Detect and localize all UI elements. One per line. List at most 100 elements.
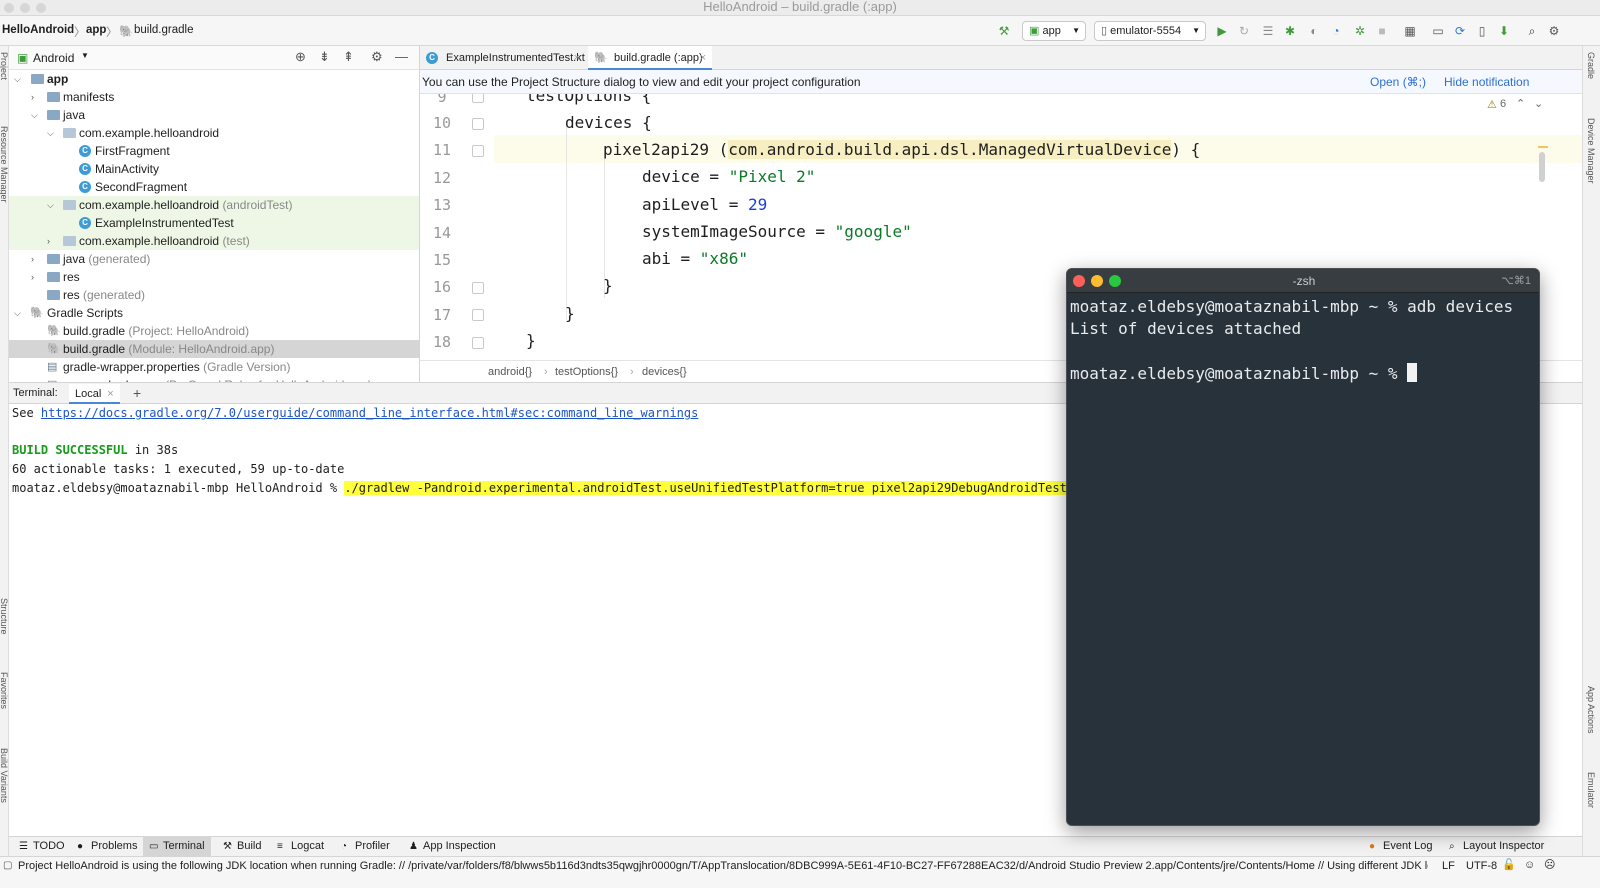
problems-tool-button[interactable]: ● Problems xyxy=(71,837,143,856)
status-toggle-icon[interactable]: ▢ xyxy=(3,858,12,874)
chevron-down-icon[interactable]: ⌵ xyxy=(31,106,38,124)
emulator-tool-label[interactable]: Emulator xyxy=(1586,772,1596,808)
todo-tool-button[interactable]: ☰ TODO xyxy=(13,837,71,856)
code-breadcrumb-item[interactable]: testOptions{} xyxy=(555,361,618,383)
code-breadcrumb-item[interactable]: android{} xyxy=(488,361,532,383)
tab-build-gradle[interactable]: 🐘 build.gradle (:app) × xyxy=(588,46,712,70)
settings-icon[interactable]: ⚙ xyxy=(1546,23,1562,39)
app-actions-tool-label[interactable]: App Actions xyxy=(1586,686,1596,734)
chevron-right-icon[interactable]: › xyxy=(31,88,34,106)
chevron-right-icon[interactable]: › xyxy=(47,232,50,250)
breadcrumb-project[interactable]: HelloAndroid xyxy=(2,24,74,36)
fold-marker-icon[interactable] xyxy=(472,309,484,321)
tab-example-instrumented-test[interactable]: C ExampleInstrumentedTest.kt × xyxy=(420,46,588,70)
device-manager-icon[interactable]: ▭ xyxy=(1430,23,1446,39)
app-inspection-tool-button[interactable]: ♟ App Inspection xyxy=(403,837,502,856)
chevron-down-icon[interactable]: ⌵ xyxy=(14,70,21,88)
coverage-icon[interactable]: ◐ xyxy=(1306,23,1322,39)
avd-manager-icon[interactable]: ▯ xyxy=(1474,23,1490,39)
tree-item-gradle-scripts[interactable]: ⌵ 🐘 Gradle Scripts xyxy=(9,304,419,322)
chevron-right-icon[interactable]: › xyxy=(31,268,34,286)
line-separator-indicator[interactable]: LF xyxy=(1442,858,1455,874)
logcat-tool-button[interactable]: ≡ Logcat xyxy=(271,837,330,856)
close-tab-icon[interactable]: × xyxy=(574,46,580,70)
breadcrumb-file[interactable]: build.gradle xyxy=(134,24,193,36)
run-icon[interactable]: ▶ xyxy=(1214,23,1230,39)
zsh-terminal-window[interactable]: -zsh ⌥⌘1 moataz.eldebsy@moataznabil-mbp … xyxy=(1066,268,1540,826)
previous-highlight-icon[interactable]: ⌃ xyxy=(1516,97,1525,110)
project-structure-icon[interactable]: ▦ xyxy=(1402,23,1418,39)
tree-item-package-android-test[interactable]: ⌵ com.example.helloandroid (androidTest) xyxy=(9,196,419,214)
lock-icon[interactable]: 🔓 xyxy=(1502,857,1516,873)
close-tab-icon[interactable]: × xyxy=(107,388,113,400)
chevron-down-icon[interactable]: ▼ xyxy=(81,51,89,60)
tree-item-gradle-wrapper[interactable]: ▤ gradle-wrapper.properties (Gradle Vers… xyxy=(9,358,419,376)
fold-marker-icon[interactable] xyxy=(472,145,484,157)
encoding-indicator[interactable]: UTF-8 xyxy=(1466,858,1497,874)
feedback-happy-icon[interactable]: ☺ xyxy=(1524,857,1535,873)
device-manager-tool-label[interactable]: Device Manager xyxy=(1586,118,1596,184)
code-breadcrumb-item[interactable]: devices{} xyxy=(642,361,687,383)
gear-icon[interactable]: ⚙ xyxy=(371,49,383,65)
attach-debugger-icon[interactable]: ✲ xyxy=(1352,23,1368,39)
apply-changes-icon[interactable]: ↻ xyxy=(1236,23,1252,39)
make-project-hammer-icon[interactable]: ⚒ xyxy=(996,23,1012,39)
editor-scrollbar[interactable] xyxy=(1539,152,1545,182)
tree-item-first-fragment[interactable]: C FirstFragment xyxy=(9,142,419,160)
hide-notification-link[interactable]: Hide notification xyxy=(1444,70,1529,94)
warning-icon[interactable]: ⚠ xyxy=(1487,98,1497,111)
tree-item-package-main[interactable]: ⌵ com.example.helloandroid xyxy=(9,124,419,142)
gradle-docs-link[interactable]: https://docs.gradle.org/7.0/userguide/co… xyxy=(41,406,698,420)
profile-icon[interactable]: ◔ xyxy=(1328,23,1344,39)
tree-item-java-generated[interactable]: › java (generated) xyxy=(9,250,419,268)
terminal-tool-button[interactable]: ▭ Terminal xyxy=(143,837,211,856)
tree-item-second-fragment[interactable]: C SecondFragment xyxy=(9,178,419,196)
chevron-down-icon[interactable]: ⌵ xyxy=(47,196,54,214)
sdk-manager-icon[interactable]: ⬇ xyxy=(1496,23,1512,39)
tree-item-example-instrumented-test[interactable]: C ExampleInstrumentedTest xyxy=(9,214,419,232)
tree-item-app[interactable]: ⌵ app xyxy=(9,70,419,88)
tree-item-main-activity[interactable]: C MainActivity xyxy=(9,160,419,178)
device-combo[interactable]: ▯ emulator-5554 ▼ xyxy=(1094,21,1206,41)
fold-marker-icon[interactable] xyxy=(472,337,484,349)
sync-gradle-icon[interactable]: ⟳ xyxy=(1452,23,1468,39)
tree-item-package-test[interactable]: › com.example.helloandroid (test) xyxy=(9,232,419,250)
collapse-all-icon[interactable]: ⇞ xyxy=(343,49,354,65)
fold-marker-icon[interactable] xyxy=(472,282,484,294)
status-message[interactable]: Project HelloAndroid is using the follow… xyxy=(18,858,1428,874)
tree-item-manifests[interactable]: › manifests xyxy=(9,88,419,106)
tree-item-res-generated[interactable]: res (generated) xyxy=(9,286,419,304)
build-tool-button[interactable]: ⚒ Build xyxy=(217,837,267,856)
stop-icon[interactable]: ■ xyxy=(1374,23,1390,39)
chevron-right-icon[interactable]: › xyxy=(31,250,34,268)
fold-marker-icon[interactable] xyxy=(472,118,484,130)
event-log-tool-button[interactable]: ● Event Log xyxy=(1363,837,1439,856)
feedback-sad-icon[interactable]: ☹ xyxy=(1544,857,1555,873)
layout-inspector-tool-button[interactable]: ⌕ Layout Inspector xyxy=(1443,837,1550,856)
project-view-selector[interactable]: Android xyxy=(33,51,74,65)
tree-item-build-gradle-module[interactable]: 🐘 build.gradle (Module: HelloAndroid.app… xyxy=(9,340,419,358)
favorites-tool-label[interactable]: Favorites xyxy=(0,672,9,709)
locate-file-icon[interactable]: ⊕ xyxy=(295,49,306,65)
run-config-combo[interactable]: ▣ app ▼ xyxy=(1022,21,1086,41)
tree-item-java[interactable]: ⌵ java xyxy=(9,106,419,124)
fold-marker-icon[interactable] xyxy=(472,94,484,103)
project-tool-label[interactable]: Project xyxy=(0,52,9,80)
chevron-down-icon[interactable]: ⌵ xyxy=(14,304,21,322)
new-terminal-tab-icon[interactable]: + xyxy=(133,383,141,403)
search-icon[interactable]: ⌕ xyxy=(1524,23,1540,39)
next-highlight-icon[interactable]: ⌄ xyxy=(1534,97,1543,110)
hide-panel-icon[interactable]: — xyxy=(395,49,408,64)
gradle-tool-label[interactable]: Gradle xyxy=(1586,52,1596,79)
open-project-structure-link[interactable]: Open (⌘;) xyxy=(1370,70,1426,94)
tree-item-res[interactable]: › res xyxy=(9,268,419,286)
expand-all-icon[interactable]: ⇟ xyxy=(319,49,330,65)
chevron-down-icon[interactable]: ⌵ xyxy=(47,124,54,142)
tree-item-build-gradle-project[interactable]: 🐘 build.gradle (Project: HelloAndroid) xyxy=(9,322,419,340)
structure-tool-label[interactable]: Structure xyxy=(0,598,9,635)
breadcrumb-module[interactable]: app xyxy=(86,24,106,36)
build-variants-tool-label[interactable]: Build Variants xyxy=(0,748,9,803)
debug-icon[interactable]: ✱ xyxy=(1282,23,1298,39)
resource-manager-tool-label[interactable]: Resource Manager xyxy=(0,126,9,203)
apply-code-changes-icon[interactable]: ☰ xyxy=(1260,23,1276,39)
